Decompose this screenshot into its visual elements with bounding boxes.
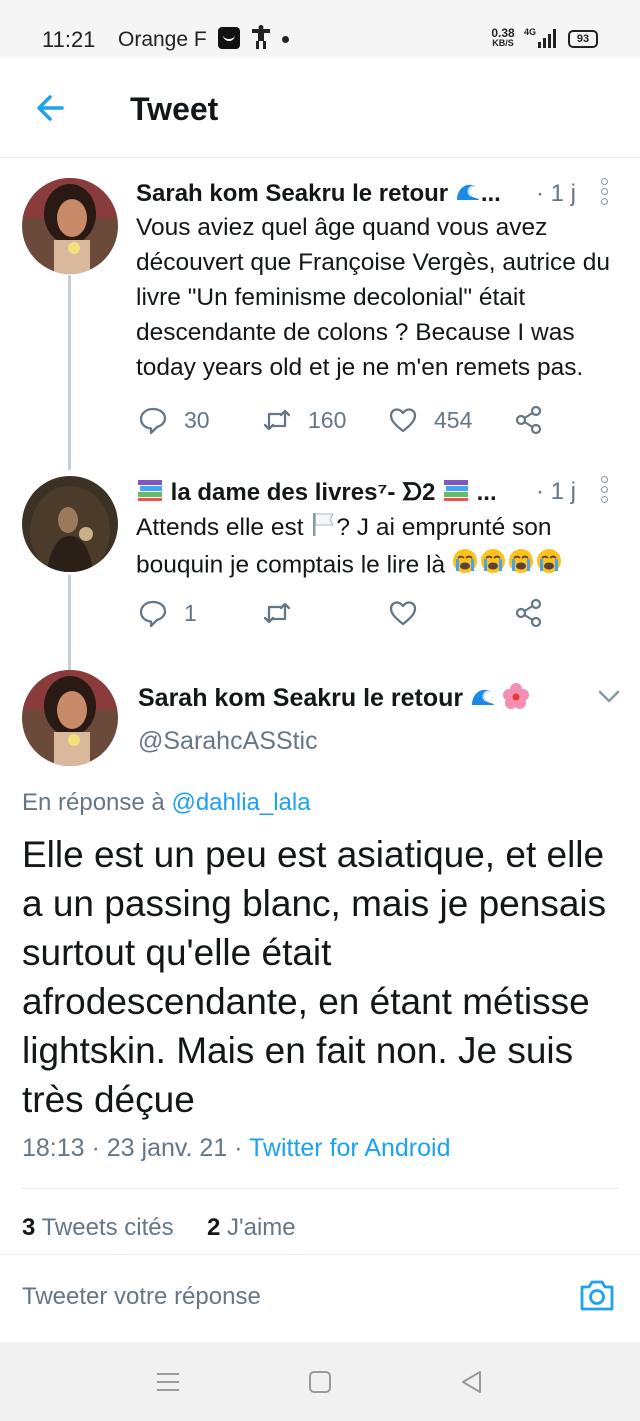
share-icon [515, 405, 542, 435]
wave-emoji-icon [470, 685, 496, 714]
tweet-metadata: 18:13 · 23 janv. 21 · Twitter for Androi… [22, 1134, 451, 1163]
hibiscus-emoji-icon [503, 683, 530, 716]
share-icon [515, 598, 542, 628]
tweet-timestamp: · 1 j [536, 478, 577, 505]
like-button[interactable]: 454 [388, 405, 472, 435]
tweet-stats: 3 Tweets cités 2 J'aime [22, 1214, 296, 1242]
tweet-text: Attends elle est ? J ai emprunté son bou… [136, 510, 626, 585]
tweet-author-name[interactable]: Sarah kom Seakru le retour [138, 683, 530, 716]
like-button[interactable] [388, 598, 418, 628]
home-square-icon[interactable] [306, 1368, 334, 1396]
share-button[interactable] [514, 598, 544, 628]
reply-icon [139, 600, 167, 628]
header: Tweet [0, 58, 640, 158]
heart-icon [389, 408, 417, 433]
retweet-icon [263, 409, 291, 431]
books-emoji-icon [136, 478, 164, 509]
source-link[interactable]: Twitter for Android [249, 1134, 450, 1162]
thread-connector [68, 275, 71, 470]
books-emoji-icon [442, 478, 470, 509]
reply-button[interactable]: 1 [138, 598, 197, 628]
avatar[interactable] [22, 476, 118, 572]
reply-context: En réponse à @dahlia_lala [22, 789, 311, 816]
reply-input[interactable]: Tweeter votre réponse [22, 1283, 261, 1311]
divider [22, 1188, 618, 1189]
mention-link[interactable]: @dahlia_lala [171, 789, 310, 816]
signal-4g-icon: 4G [524, 26, 558, 50]
chevron-down-icon[interactable] [596, 686, 622, 706]
quote-tweets-stat[interactable]: 3 Tweets cités [22, 1214, 174, 1241]
notification-app-icon [218, 27, 240, 49]
reply-icon [139, 407, 167, 435]
network-speed: 0.38 KB/S [491, 26, 515, 48]
heart-icon [389, 601, 417, 626]
tweet-author-name[interactable]: Sarah kom Seakru le retour ... [136, 180, 501, 209]
reply-button[interactable]: 30 [138, 405, 210, 435]
tweet-text: Vous aviez quel âge quand vous avez déco… [136, 214, 610, 381]
svg-text:4G: 4G [524, 27, 536, 37]
retweet-icon [263, 602, 291, 624]
white-flag-emoji-icon [310, 511, 336, 547]
share-button[interactable] [514, 405, 544, 435]
status-carrier: Orange F [118, 28, 207, 51]
status-bar: 11:21 Orange F 0.38 KB/S 4G 93 [0, 0, 640, 58]
wave-emoji-icon [455, 180, 481, 209]
more-options-icon[interactable] [598, 476, 610, 506]
tweet-author-name[interactable]: la dame des livres⁷- ᗤ2 ... [136, 478, 497, 509]
tweet-author-handle[interactable]: @SarahcASStic [138, 727, 318, 756]
system-nav-bar [0, 1342, 640, 1421]
tweet-text: Elle est un peu est asiatique, et elle a… [22, 834, 607, 1120]
retweet-button[interactable]: 160 [262, 405, 346, 435]
camera-icon[interactable] [578, 1277, 616, 1313]
battery-icon: 93 [568, 30, 598, 48]
back-arrow-icon[interactable] [32, 90, 68, 126]
thread-connector [68, 575, 71, 670]
notification-dot-icon [282, 36, 289, 43]
avatar[interactable] [22, 178, 118, 274]
retweet-button[interactable] [262, 598, 292, 628]
avatar[interactable] [22, 670, 118, 766]
menu-icon[interactable] [154, 1368, 182, 1396]
tweet-date: 18:13 · 23 janv. 21 · [22, 1134, 243, 1162]
page-title: Tweet [130, 91, 219, 127]
more-options-icon[interactable] [598, 178, 610, 208]
crying-face-emoji-icon [452, 547, 562, 585]
likes-stat[interactable]: 2 J'aime [207, 1214, 296, 1241]
reply-composer: Tweeter votre réponse [0, 1254, 640, 1334]
tweet-timestamp: · 1 j [536, 180, 577, 207]
status-time: 11:21 [42, 27, 96, 52]
accessibility-icon [250, 25, 272, 49]
back-triangle-icon[interactable] [458, 1368, 486, 1396]
